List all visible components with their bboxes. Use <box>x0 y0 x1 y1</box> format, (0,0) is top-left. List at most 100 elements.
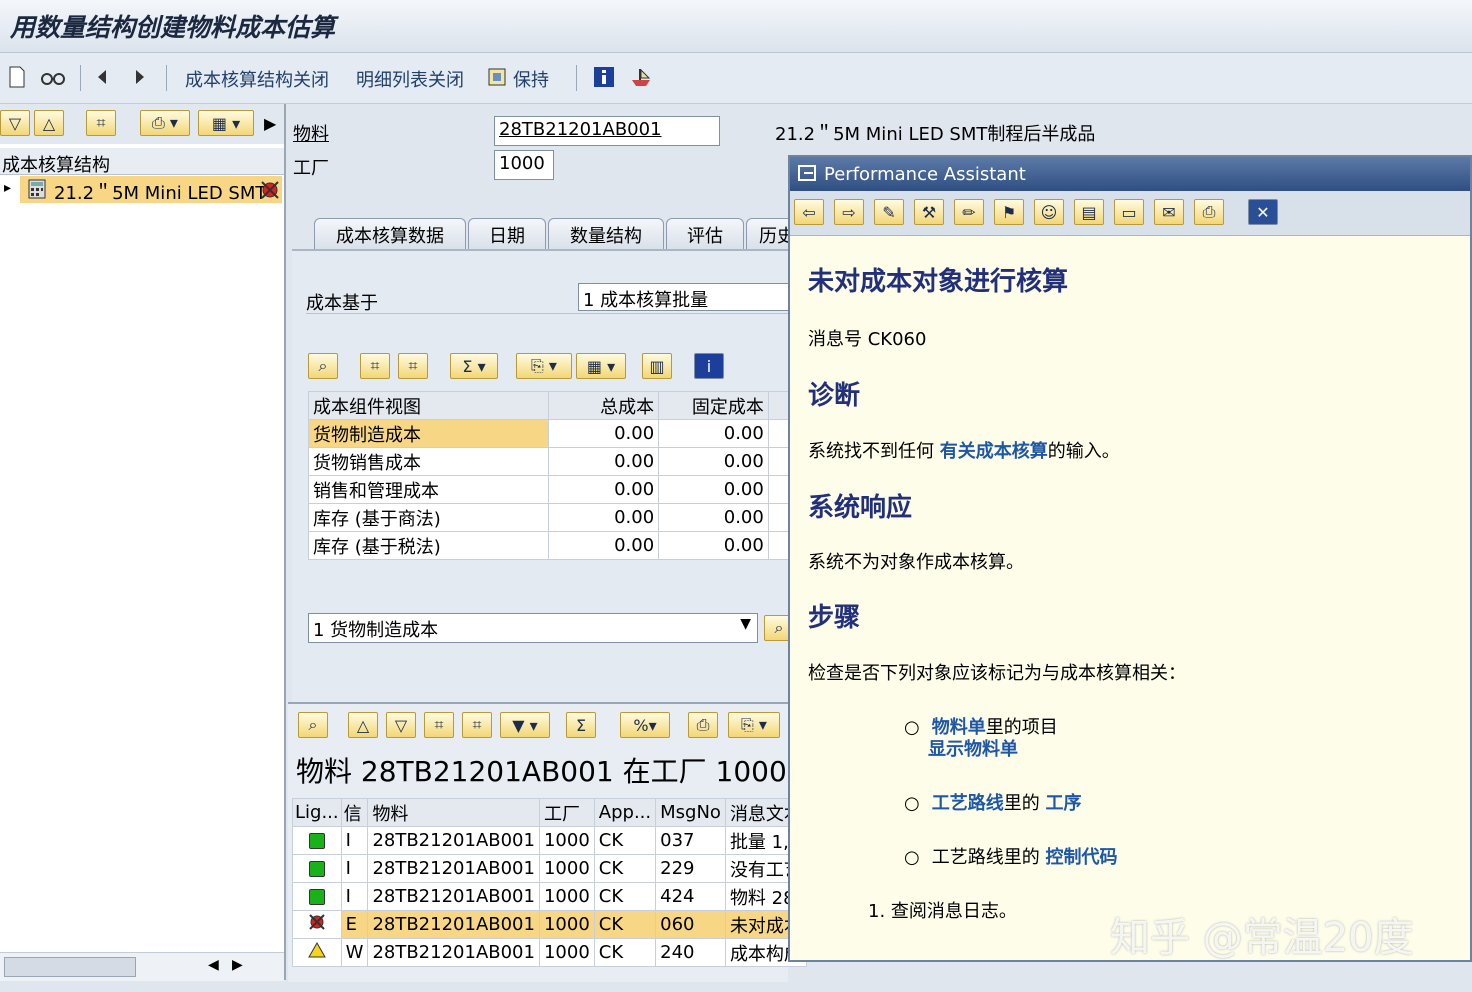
detail-list-close-button[interactable]: 明细列表关闭 <box>356 66 464 92</box>
table-row[interactable]: E 28TB21201AB001 1000 CK 060 未对成本 <box>292 910 807 939</box>
column-header[interactable]: 工厂 <box>538 798 595 827</box>
based-on-input[interactable]: 1 成本核算批量 <box>578 283 798 311</box>
column-header[interactable]: Lig... <box>292 798 342 827</box>
document-icon[interactable]: ▤ <box>1074 199 1104 225</box>
layout-icon[interactable]: ▦ ▾ <box>198 110 254 136</box>
costing-input-link[interactable]: 有关成本核算 <box>940 441 1048 462</box>
new-document-icon[interactable] <box>6 63 28 91</box>
material-input[interactable]: 28TB21201AB001 <box>494 116 720 146</box>
plant-label: 工厂 <box>293 158 329 179</box>
column-header[interactable]: MsgNo <box>655 798 726 827</box>
table-row[interactable]: I 28TB21201AB001 1000 CK 229 没有工艺 <box>292 854 807 883</box>
print-preview-icon[interactable]: ⎙ <box>688 712 718 738</box>
details-icon[interactable]: ⌕ <box>308 353 338 379</box>
column-header[interactable]: 信 <box>340 798 369 827</box>
message-number: 消息号 CK060 <box>808 329 927 350</box>
tree-item-label: 21.2＂5M Mini LED SMT <box>54 183 267 204</box>
message-type: W <box>340 938 369 967</box>
users-icon[interactable]: ☺ <box>1034 199 1064 225</box>
left-horizontal-scrollbar[interactable]: ◀ ▶ <box>0 952 284 981</box>
table-row[interactable]: 销售和管理成本 0.00 0.00 <box>307 475 793 504</box>
msgno-cell: 229 <box>655 854 726 883</box>
assistant-title: Performance Assistant <box>824 164 1026 185</box>
tree-expand-icon[interactable]: ▸ <box>4 180 11 196</box>
column-header[interactable]: App... <box>593 798 657 827</box>
tab-dates[interactable]: 日期 <box>468 218 546 251</box>
status-light-icon <box>292 826 342 855</box>
fixed-cost-cell: 0.00 <box>658 503 769 532</box>
table-row[interactable]: I 28TB21201AB001 1000 CK 424 物料 28 <box>292 882 807 911</box>
previous-arrow-icon[interactable] <box>92 63 112 91</box>
info-icon[interactable]: i <box>694 353 724 379</box>
bookmark-icon[interactable]: ⚑ <box>994 199 1024 225</box>
print-icon[interactable]: ⎙ <box>1194 199 1224 225</box>
column-header[interactable]: 总成本 <box>548 391 660 420</box>
cost-view-select[interactable]: 1 货物制造成本 ▼ <box>308 613 758 643</box>
book-icon[interactable]: ✎ <box>874 199 904 225</box>
display-bom-link[interactable]: 显示物料单 <box>928 739 1018 760</box>
control-key-link[interactable]: 控制代码 <box>1045 847 1117 868</box>
subtotal-icon[interactable]: %▾ <box>620 712 670 738</box>
sum-icon[interactable]: Σ <box>566 712 596 738</box>
info-icon[interactable] <box>592 63 616 91</box>
chevron-down-icon[interactable]: ▼ <box>740 616 751 632</box>
table-row[interactable]: 货物制造成本 0.00 0.00 <box>307 419 793 448</box>
display-glasses-icon[interactable] <box>38 63 68 91</box>
total-cost-cell: 0.00 <box>548 531 660 560</box>
collapse-icon[interactable]: △ <box>34 110 64 136</box>
tab-valuation[interactable]: 评估 <box>666 218 744 251</box>
column-header[interactable]: 固定成本 <box>658 391 769 420</box>
table-row[interactable]: I 28TB21201AB001 1000 CK 037 批量 1, <box>292 826 807 855</box>
scroll-right-icon[interactable]: ▶ <box>264 114 276 133</box>
column-header[interactable]: 成本组件视图 <box>307 391 550 420</box>
layout-select-icon[interactable]: ▦ ▾ <box>576 353 626 379</box>
next-arrow-icon[interactable] <box>130 63 150 91</box>
tab-costing-data[interactable]: 成本核算数据 <box>314 218 466 251</box>
sort-descending-icon[interactable]: ▽ <box>386 712 416 738</box>
table-row[interactable]: 库存 (基于商法) 0.00 0.00 <box>307 503 793 532</box>
operation-link[interactable]: 工序 <box>1045 793 1081 814</box>
fixed-cost-cell: 0.00 <box>658 475 769 504</box>
costing-data-tab-body: 成本基于 1 成本核算批量 ⌕ ⌗ ⌗ Σ ▾ ⎘ ▾ ▦ ▾ ▥ i 成本组件… <box>292 249 798 706</box>
note-icon[interactable]: ✉ <box>1154 199 1184 225</box>
find-next-icon[interactable]: ⌗ <box>462 712 492 738</box>
assistant-title-bar[interactable]: Performance Assistant <box>790 157 1470 191</box>
sum-icon[interactable]: Σ ▾ <box>450 353 498 379</box>
details-icon[interactable]: ⌕ <box>298 712 328 738</box>
graphic-icon[interactable]: ▥ <box>642 353 672 379</box>
find-next-icon[interactable]: ⌗ <box>398 353 428 379</box>
window-icon[interactable]: ▭ <box>1114 199 1144 225</box>
ship-icon[interactable] <box>628 63 654 91</box>
find-binoculars-icon[interactable]: ⌗ <box>86 110 116 136</box>
table-row[interactable]: 库存 (基于税法) 0.00 0.00 <box>307 531 793 560</box>
routing-link[interactable]: 工艺路线 <box>932 793 1004 814</box>
tab-quantity-structure[interactable]: 数量结构 <box>548 218 664 251</box>
filter-icon[interactable]: ▼ ▾ <box>500 712 550 738</box>
table-row[interactable]: 货物销售成本 0.00 0.00 <box>307 447 793 476</box>
column-header[interactable]: 物料 <box>367 798 540 827</box>
tree-row[interactable]: ▸ 21.2＂5M Mini LED SMT <box>0 176 284 204</box>
cost-component-name: 销售和管理成本 <box>307 475 550 504</box>
plant-input[interactable]: 1000 <box>494 150 554 180</box>
keep-button[interactable]: 保持 <box>513 66 549 92</box>
expand-icon[interactable]: ▽ <box>0 110 30 136</box>
diagnosis-text-pre: 系统找不到任何 <box>808 441 940 462</box>
cost-structure-close-button[interactable]: 成本核算结构关闭 <box>185 66 329 92</box>
bullet-subitem: 显示物料单 <box>928 735 1018 761</box>
table-row[interactable]: W 28TB21201AB001 1000 CK 240 成本构成 <box>292 938 807 967</box>
forward-arrow-icon[interactable]: ⇨ <box>834 199 864 225</box>
edit-icon[interactable]: ✏ <box>954 199 984 225</box>
back-arrow-icon[interactable]: ⇦ <box>794 199 824 225</box>
print-icon[interactable]: ⎙ ▾ <box>140 110 190 136</box>
close-icon[interactable]: ✕ <box>1248 199 1278 225</box>
export-icon[interactable]: ⎘ ▾ <box>728 712 780 738</box>
sort-ascending-icon[interactable]: △ <box>348 712 378 738</box>
find-icon[interactable]: ⌗ <box>360 353 390 379</box>
bullet-icon: ○ <box>904 717 920 738</box>
system-response-heading: 系统响应 <box>808 493 913 523</box>
find-icon[interactable]: ⌗ <box>424 712 454 738</box>
plant-cell: 1000 <box>538 910 595 939</box>
tools-icon[interactable]: ⚒ <box>914 199 944 225</box>
status-light-icon <box>292 882 342 911</box>
export-icon[interactable]: ⎘ ▾ <box>516 353 572 379</box>
